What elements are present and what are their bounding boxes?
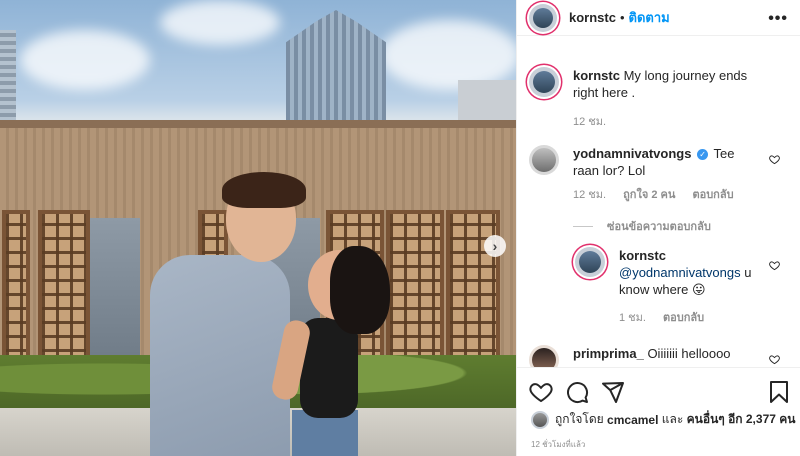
- separator-dot: •: [619, 10, 625, 25]
- post-header: kornstc • ติดตาม •••: [517, 0, 800, 36]
- woman-hair: [330, 246, 390, 334]
- actions-bar: ถูกใจโดย cmcamel และ คนอื่นๆ อีก 2,377 ค…: [517, 367, 800, 456]
- caption-meta: 12 ชม.: [573, 112, 620, 130]
- comment-meta: 12 ชม. ถูกใจ 2 คน ตอบกลับ: [573, 187, 761, 204]
- avatar[interactable]: [529, 3, 557, 32]
- reply-username[interactable]: kornstc: [619, 248, 666, 263]
- like-comment-icon[interactable]: [769, 353, 780, 365]
- comment-time[interactable]: 12 ชม.: [573, 189, 606, 201]
- post-photo[interactable]: ›: [0, 0, 516, 456]
- man-figure: [150, 255, 290, 456]
- avatar[interactable]: [575, 247, 605, 277]
- emoji-icon: 😛: [692, 282, 706, 297]
- avatar[interactable]: [529, 67, 559, 97]
- caption-time[interactable]: 12 ชม.: [573, 116, 606, 128]
- lattice-panel: [446, 210, 500, 370]
- comment-likes[interactable]: ถูกใจ 2 คน: [623, 189, 675, 201]
- left-building: [0, 30, 16, 125]
- likes-count[interactable]: คนอื่นๆ อีก 2,377 คน: [687, 410, 796, 429]
- share-icon[interactable]: [601, 380, 625, 404]
- author-username[interactable]: kornstc: [569, 10, 616, 25]
- window: [90, 218, 140, 368]
- like-comment-icon[interactable]: [769, 259, 780, 271]
- hide-replies-button[interactable]: ซ่อนข้อความตอบกลับ: [573, 217, 711, 235]
- cloud: [20, 30, 150, 90]
- comment-username[interactable]: yodnamnivatvongs: [573, 146, 691, 161]
- comment-username[interactable]: primprima_: [573, 346, 644, 361]
- comment-text: Oiiiiiii helloooo: [647, 346, 731, 361]
- avatar[interactable]: [531, 410, 549, 429]
- comments-list[interactable]: kornstc My long journey ends right here …: [517, 37, 800, 367]
- next-photo-button[interactable]: ›: [484, 235, 506, 257]
- right-building: [458, 80, 516, 125]
- bookmark-icon[interactable]: [767, 380, 791, 404]
- reply-mention[interactable]: @yodnamnivatvongs: [619, 265, 741, 280]
- lattice-panel: [2, 210, 30, 370]
- reply-time[interactable]: 1 ชม.: [619, 312, 646, 324]
- liked-by: ถูกใจโดย cmcamel และ คนอื่นๆ อีก 2,377 ค…: [531, 410, 795, 429]
- avatar[interactable]: [529, 145, 559, 175]
- chevron-right-icon: ›: [492, 238, 498, 254]
- caption: kornstc My long journey ends right here …: [529, 67, 773, 101]
- avatar[interactable]: [529, 345, 559, 367]
- follow-button[interactable]: ติดตาม: [629, 7, 670, 28]
- liked-by-prefix: ถูกใจโดย: [555, 412, 604, 426]
- lattice-panel: [38, 210, 90, 370]
- hide-replies-label: ซ่อนข้อความตอบกลับ: [607, 221, 711, 233]
- more-dots-icon[interactable]: •••: [768, 10, 788, 28]
- liked-by-and: และ: [661, 412, 684, 426]
- wall-top: [0, 120, 516, 128]
- like-comment-icon[interactable]: [769, 153, 780, 165]
- divider: [573, 225, 593, 227]
- post-time[interactable]: 12 ชั่วโมงที่แล้ว: [531, 438, 585, 451]
- heart-icon[interactable]: [529, 380, 553, 404]
- verified-badge-icon: ✓: [697, 149, 709, 160]
- caption-username[interactable]: kornstc: [573, 68, 620, 83]
- cloud: [160, 0, 280, 45]
- post-side-panel: kornstc • ติดตาม ••• kornstc My long jou…: [516, 0, 800, 456]
- lattice-panel: [386, 210, 444, 370]
- comment-icon[interactable]: [565, 380, 589, 404]
- liked-by-user[interactable]: cmcamel: [607, 413, 658, 427]
- reply-button[interactable]: ตอบกลับ: [663, 312, 704, 324]
- post-viewer: › kornstc • ติดตาม ••• kornstc My long j…: [0, 0, 800, 456]
- reply: kornstc @yodnamnivatvongs u know where 😛…: [575, 247, 769, 327]
- skyscraper: [286, 10, 386, 125]
- man-hair: [222, 172, 306, 208]
- comment: primprima_ Oiiiiiii helloooo: [529, 345, 761, 367]
- reply-button[interactable]: ตอบกลับ: [692, 189, 733, 201]
- comment: yodnamnivatvongs ✓ Tee raan lor? Lol 12 …: [529, 145, 761, 204]
- reply-meta: 1 ชม. ตอบกลับ: [619, 310, 769, 327]
